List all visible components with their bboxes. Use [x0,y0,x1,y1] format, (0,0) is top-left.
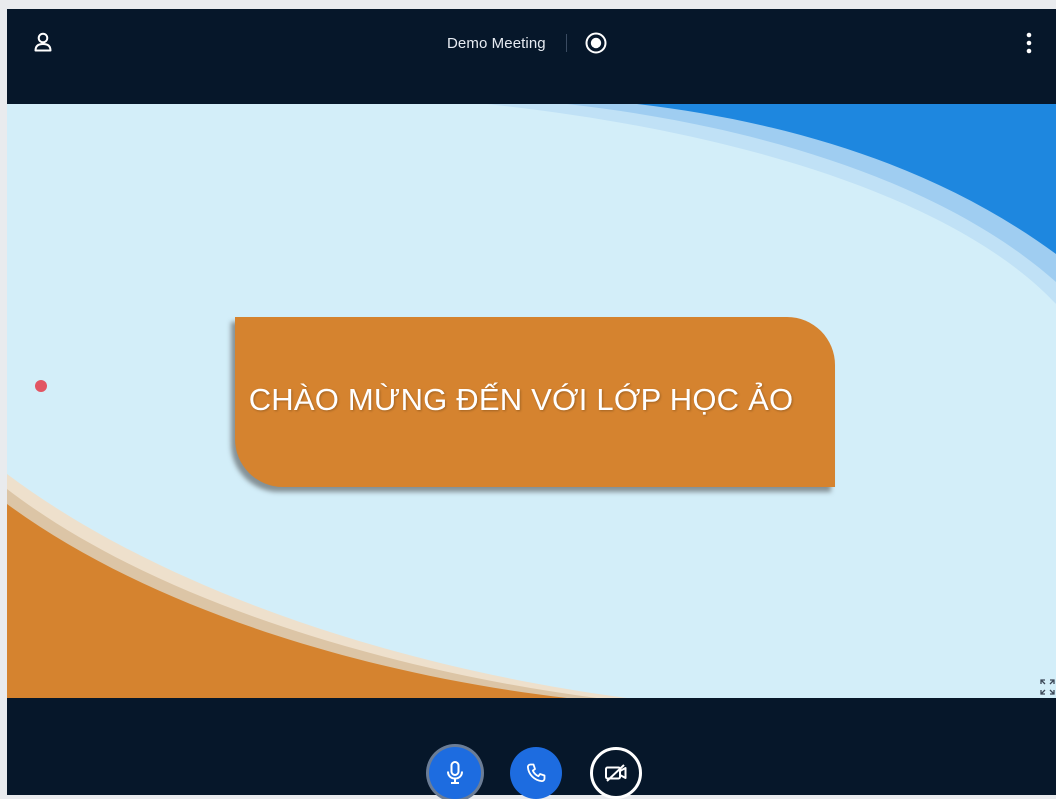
meeting-window: Demo Meeting CHÀO MỪNG ĐẾN VỚI LỚP HỌC Ả… [7,9,1056,799]
more-vertical-icon [1026,32,1032,54]
bottom-control-bar [7,698,1056,799]
user-list-toggle[interactable] [31,30,55,54]
presentation-area: CHÀO MỪNG ĐẾN VỚI LỚP HỌC ẢO [7,104,1056,698]
fullscreen-icon [1040,679,1055,695]
meeting-title-area: Demo Meeting [447,29,607,57]
laser-pointer-dot [35,380,47,392]
fullscreen-button[interactable] [1039,678,1056,696]
camera-toggle-button[interactable] [590,747,642,799]
title-divider [565,34,567,52]
slide-title: CHÀO MỪNG ĐẾN VỚI LỚP HỌC ẢO [248,382,794,417]
user-icon [34,32,52,52]
record-button[interactable] [585,32,607,54]
microphone-toggle-button[interactable] [429,747,481,799]
meeting-title: Demo Meeting [447,34,546,52]
video-off-icon [605,764,627,782]
record-icon [585,32,607,54]
leave-audio-button[interactable] [510,747,562,799]
slide-title-banner: CHÀO MỪNG ĐẾN VỚI LỚP HỌC ẢO [235,317,835,487]
options-menu-button[interactable] [1021,29,1037,57]
top-bar: Demo Meeting [7,9,1056,104]
microphone-icon [447,761,463,784]
phone-icon [527,763,546,782]
